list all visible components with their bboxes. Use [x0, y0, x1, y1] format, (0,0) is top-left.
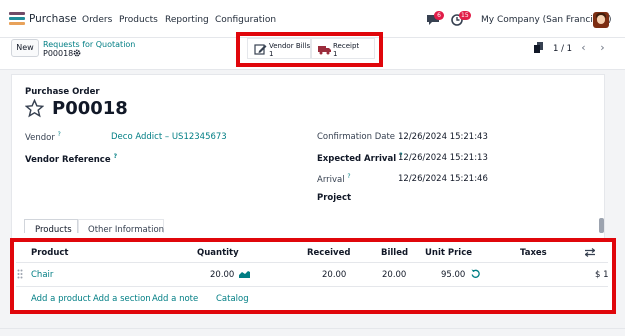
- breadcrumb-current: P00018: [43, 49, 74, 58]
- user-avatar[interactable]: [593, 12, 609, 28]
- pager-previous-button[interactable]: ‹: [574, 39, 593, 57]
- vendor-bills-label: Vendor Bills: [269, 42, 311, 50]
- menu-reporting[interactable]: Reporting: [165, 15, 209, 25]
- app-title[interactable]: Purchase: [29, 13, 77, 25]
- pager-next-button[interactable]: ›: [593, 39, 612, 57]
- vendor-bills-button[interactable]: Vendor Bills 1: [247, 38, 311, 59]
- document-icon: [534, 42, 543, 53]
- breadcrumb-parent[interactable]: Requests for Quotation: [43, 40, 135, 49]
- line-received[interactable]: 20.00: [322, 270, 346, 280]
- chat-count-badge: 6: [434, 11, 444, 20]
- line-subtotal: $ 1: [595, 270, 609, 280]
- menu-configuration[interactable]: Configuration: [215, 15, 276, 25]
- pencil-square-icon: [254, 44, 267, 55]
- top-navbar: Purchase Orders Products Reporting Confi…: [0, 0, 625, 38]
- column-unit-price[interactable]: Unit Price: [425, 248, 472, 258]
- tab-products[interactable]: Products: [24, 219, 78, 235]
- pager-value[interactable]: 1 / 1: [553, 44, 572, 54]
- catalog-link[interactable]: Catalog: [216, 294, 249, 304]
- arrival-label: Arrival ?: [317, 173, 351, 185]
- new-button[interactable]: New: [11, 39, 39, 57]
- line-billed: 20.00: [382, 270, 407, 280]
- confirmation-date-field[interactable]: 12/26/2024 15:21:43: [398, 132, 488, 142]
- scrollbar[interactable]: [599, 218, 604, 233]
- avatar-face: [597, 15, 605, 24]
- column-billed[interactable]: Billed: [381, 248, 408, 258]
- gear-icon[interactable]: [73, 49, 81, 57]
- forecast-chart-icon[interactable]: [239, 270, 250, 278]
- expected-arrival-field[interactable]: 12/26/2024 15:21:13: [398, 153, 488, 163]
- document-name: P00018: [52, 98, 128, 119]
- add-section-link[interactable]: Add a section: [93, 294, 151, 304]
- document-type: Purchase Order: [25, 87, 100, 97]
- receipt-button[interactable]: Receipt 1: [311, 38, 375, 59]
- vendor-bills-count: 1: [269, 50, 274, 58]
- line-unit-price[interactable]: 95.00: [441, 270, 465, 280]
- add-note-link[interactable]: Add a note: [152, 294, 198, 304]
- row-divider: [16, 286, 608, 287]
- star-icon[interactable]: [25, 99, 44, 118]
- company-switcher[interactable]: My Company (San Francisco): [481, 15, 611, 25]
- vendor-reference-label: Vendor Reference ?: [25, 153, 118, 165]
- app-menu-icon[interactable]: [9, 12, 25, 26]
- menu-orders[interactable]: Orders: [82, 15, 112, 25]
- expected-arrival-label: Expected Arrival ?: [317, 152, 403, 164]
- receipt-label: Receipt: [333, 42, 360, 50]
- vendor-field[interactable]: Deco Addict – US12345673: [111, 132, 227, 142]
- column-quantity[interactable]: Quantity: [197, 248, 239, 258]
- tab-other-information[interactable]: Other Information: [78, 219, 164, 235]
- line-product[interactable]: Chair: [31, 270, 53, 280]
- column-received[interactable]: Received: [307, 248, 350, 258]
- receipt-count: 1: [333, 50, 338, 58]
- column-product[interactable]: Product: [31, 248, 69, 258]
- activity-count-badge: 15: [459, 11, 471, 20]
- truck-icon: [318, 46, 331, 55]
- arrival-field[interactable]: 12/26/2024 15:21:46: [398, 174, 488, 184]
- project-label: Project: [317, 193, 352, 203]
- line-quantity[interactable]: 20.00: [210, 270, 234, 280]
- drag-handle-icon[interactable]: [17, 269, 23, 279]
- header-divider: [16, 262, 608, 263]
- vendor-label: Vendor ?: [25, 131, 61, 143]
- reset-price-icon[interactable]: [471, 269, 480, 278]
- optional-columns-icon[interactable]: [585, 248, 595, 257]
- menu-products[interactable]: Products: [119, 15, 158, 25]
- confirmation-date-label: Confirmation Date: [317, 132, 396, 142]
- add-product-link[interactable]: Add a product: [31, 294, 91, 304]
- bottom-divider: [0, 328, 625, 329]
- column-taxes[interactable]: Taxes: [520, 248, 547, 258]
